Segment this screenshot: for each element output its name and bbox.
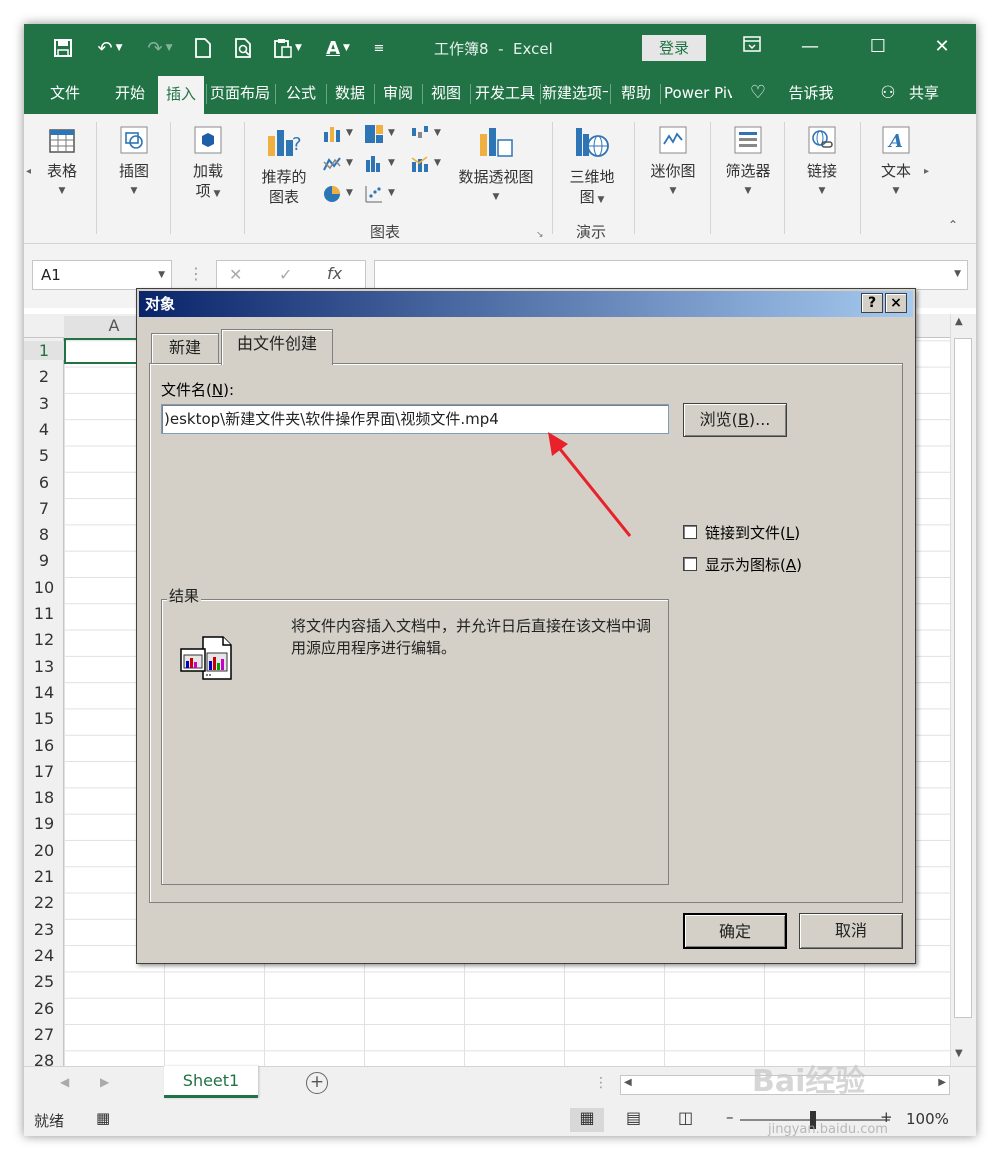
annotation-arrow: [548, 432, 632, 537]
watermark-url: jingyan.baidu.com: [768, 1122, 888, 1137]
tab-create-from-file[interactable]: 由文件创建: [221, 329, 333, 365]
baidu-watermark: Bai经验: [752, 1064, 866, 1099]
